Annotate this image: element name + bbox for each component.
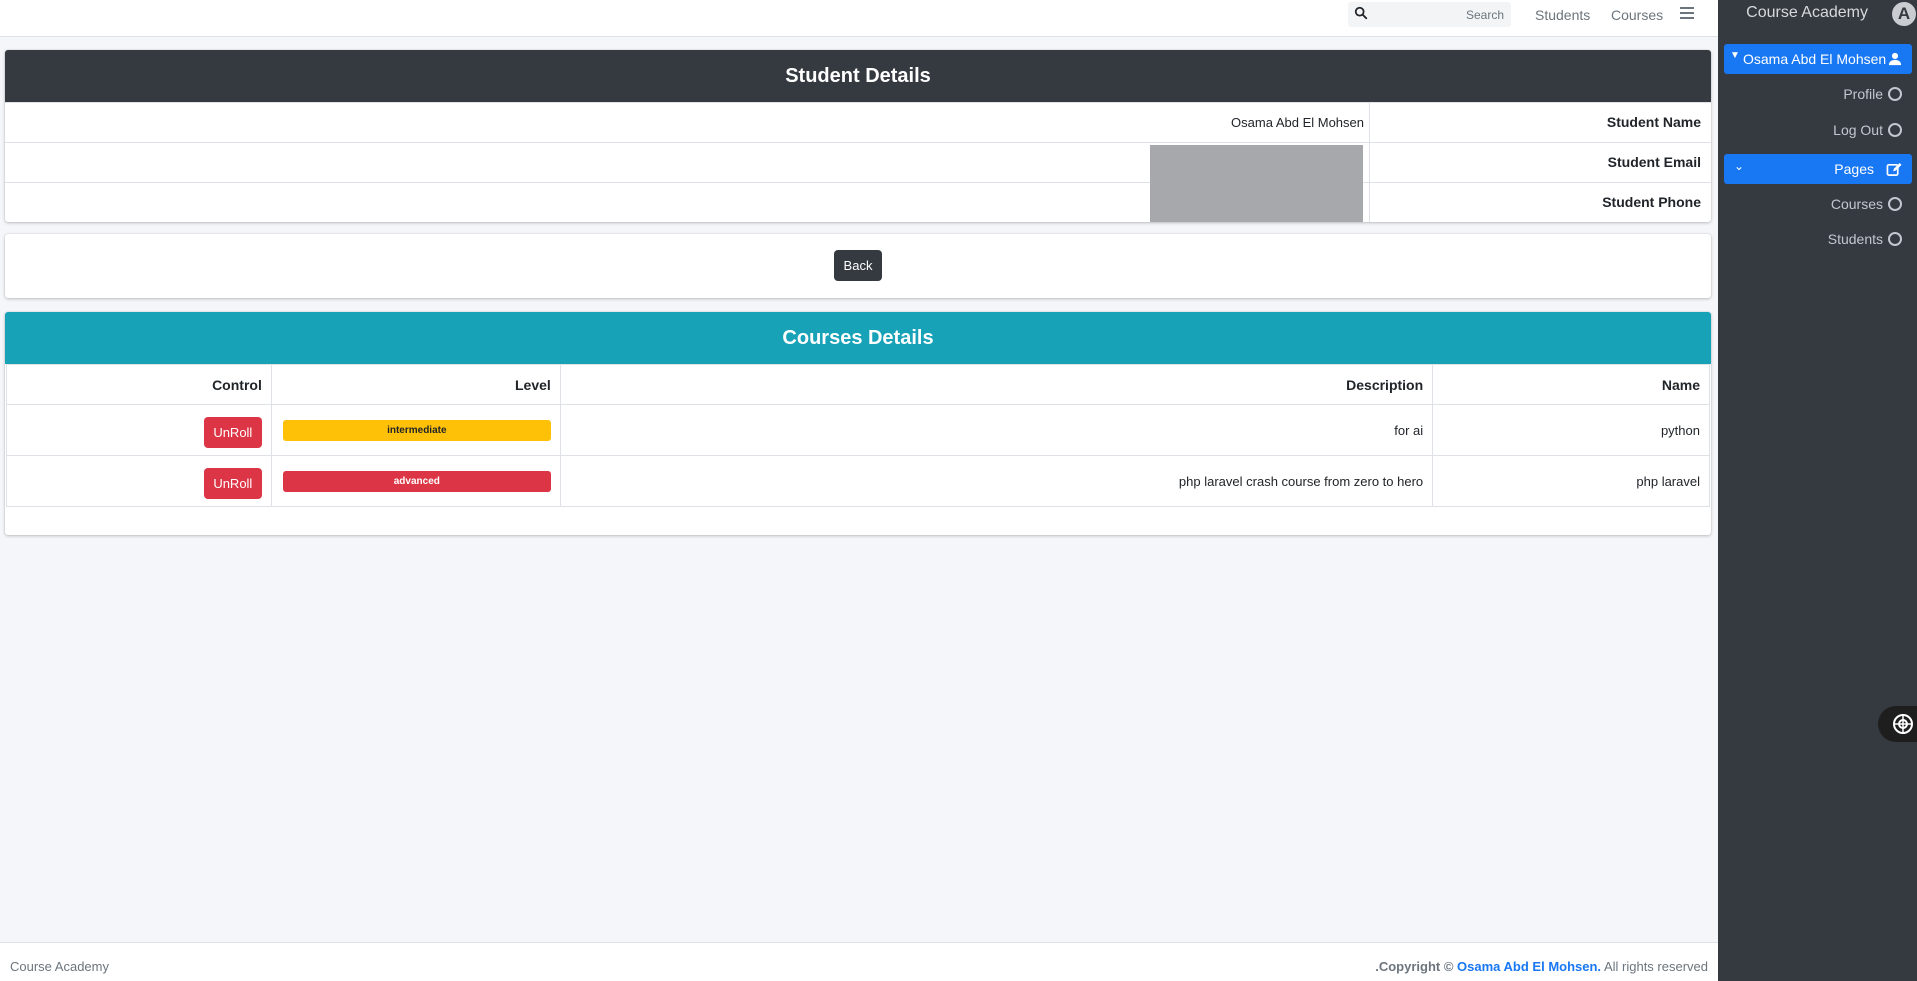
student-email-label: Student Email [1607,154,1701,170]
menu-toggle-icon[interactable] [1680,7,1694,21]
redacted-contact-block [1150,145,1363,222]
search-placeholder: Search [1465,8,1504,22]
table-header-row: Control Level Description Name [6,364,1710,405]
sidebar-item-profile[interactable]: Profile [1724,80,1912,108]
header-level: Level [270,364,561,405]
copyright-text: .Copyright © [1375,959,1454,974]
student-name-value: Osama Abd El Mohsen [1231,115,1364,130]
circle-icon [1888,232,1902,246]
sidebar-item-courses[interactable]: Courses [1724,190,1912,218]
table-row: UnRoll advanced php laravel crash course… [6,455,1710,507]
brand-logo: A [1892,2,1916,26]
footer-copyright: .Copyright © Osama Abd El Mohsen. All ri… [1375,959,1708,974]
description-cell: for ai [559,404,1434,456]
brand-link[interactable]: Course Academy A [1718,0,1917,28]
level-badge: intermediate [282,419,551,441]
sidebar-item-students[interactable]: Students [1724,225,1912,253]
chevron-down-icon: ⌄ [1734,159,1745,173]
assistant-icon [1893,714,1913,734]
header-description: Description [559,364,1434,405]
sidebar-item-label: Log Out [1833,122,1883,138]
user-icon [1888,52,1902,66]
level-cell: advanced [270,455,561,507]
search-input[interactable]: Search [1348,2,1511,27]
column-divider [1369,102,1370,222]
student-email-row: Student Email [5,142,1711,182]
student-phone-row: Student Phone [5,182,1711,222]
sidebar-item-label: Students [1827,231,1883,247]
sidebar-user-menu[interactable]: ▼ Osama Abd El Mohsen [1724,44,1912,74]
brand-text: Course Academy [1746,4,1868,21]
name-cell: php laravel [1432,455,1710,507]
control-cell: UnRoll [6,404,272,456]
edit-icon [1886,162,1902,176]
header-name: Name [1432,364,1710,405]
control-cell: UnRoll [6,455,272,507]
courses-table: Control Level Description Name UnRoll in… [6,364,1710,507]
courses-details-title: Courses Details [5,312,1711,364]
footer: Course Academy .Copyright © Osama Abd El… [0,942,1718,981]
circle-icon [1888,123,1902,137]
header-control: Control [6,364,272,405]
name-cell: python [1432,404,1710,456]
back-button[interactable]: Back [834,250,882,281]
unroll-button[interactable]: UnRoll [203,417,262,448]
student-details-card: Student Details Osama Abd El Mohsen Stud… [5,50,1711,222]
circle-icon [1888,87,1902,101]
sidebar-item-label: Profile [1843,86,1883,102]
copyright-owner-link[interactable]: Osama Abd El Mohsen. [1457,959,1601,974]
sidebar-pages-label: Pages [1834,161,1874,177]
sidebar-user-name: Osama Abd El Mohsen [1743,51,1887,67]
student-name-label: Student Name [1606,114,1701,130]
circle-icon [1888,197,1902,211]
top-navbar: Search Students Courses [0,0,1718,37]
sidebar-item-label: Courses [1830,196,1883,212]
sidebar-pages-menu[interactable]: ⌄ Pages [1724,154,1912,184]
description-cell: php laravel crash course from zero to he… [559,455,1434,507]
student-phone-label: Student Phone [1602,194,1701,210]
student-name-row: Osama Abd El Mohsen Student Name [5,102,1711,142]
nav-link-courses[interactable]: Courses [1611,7,1663,23]
floating-assistant-button[interactable] [1878,706,1917,742]
sidebar: Course Academy A ▼ Osama Abd El Mohsen P… [1718,0,1917,981]
level-badge: advanced [282,470,551,492]
level-cell: intermediate [270,404,561,456]
nav-link-students[interactable]: Students [1535,7,1590,23]
sidebar-item-logout[interactable]: Log Out [1724,116,1912,144]
rights-text: All rights reserved [1603,959,1708,974]
search-icon [1354,6,1368,20]
back-card: Back [5,234,1711,298]
unroll-button[interactable]: UnRoll [203,468,262,499]
courses-details-card: Courses Details Control Level Descriptio… [5,312,1711,535]
student-details-title: Student Details [5,50,1711,102]
chevron-down-icon: ▼ [1730,50,1740,61]
table-row: UnRoll intermediate for ai python [6,404,1710,456]
footer-brand: Course Academy [10,959,109,974]
